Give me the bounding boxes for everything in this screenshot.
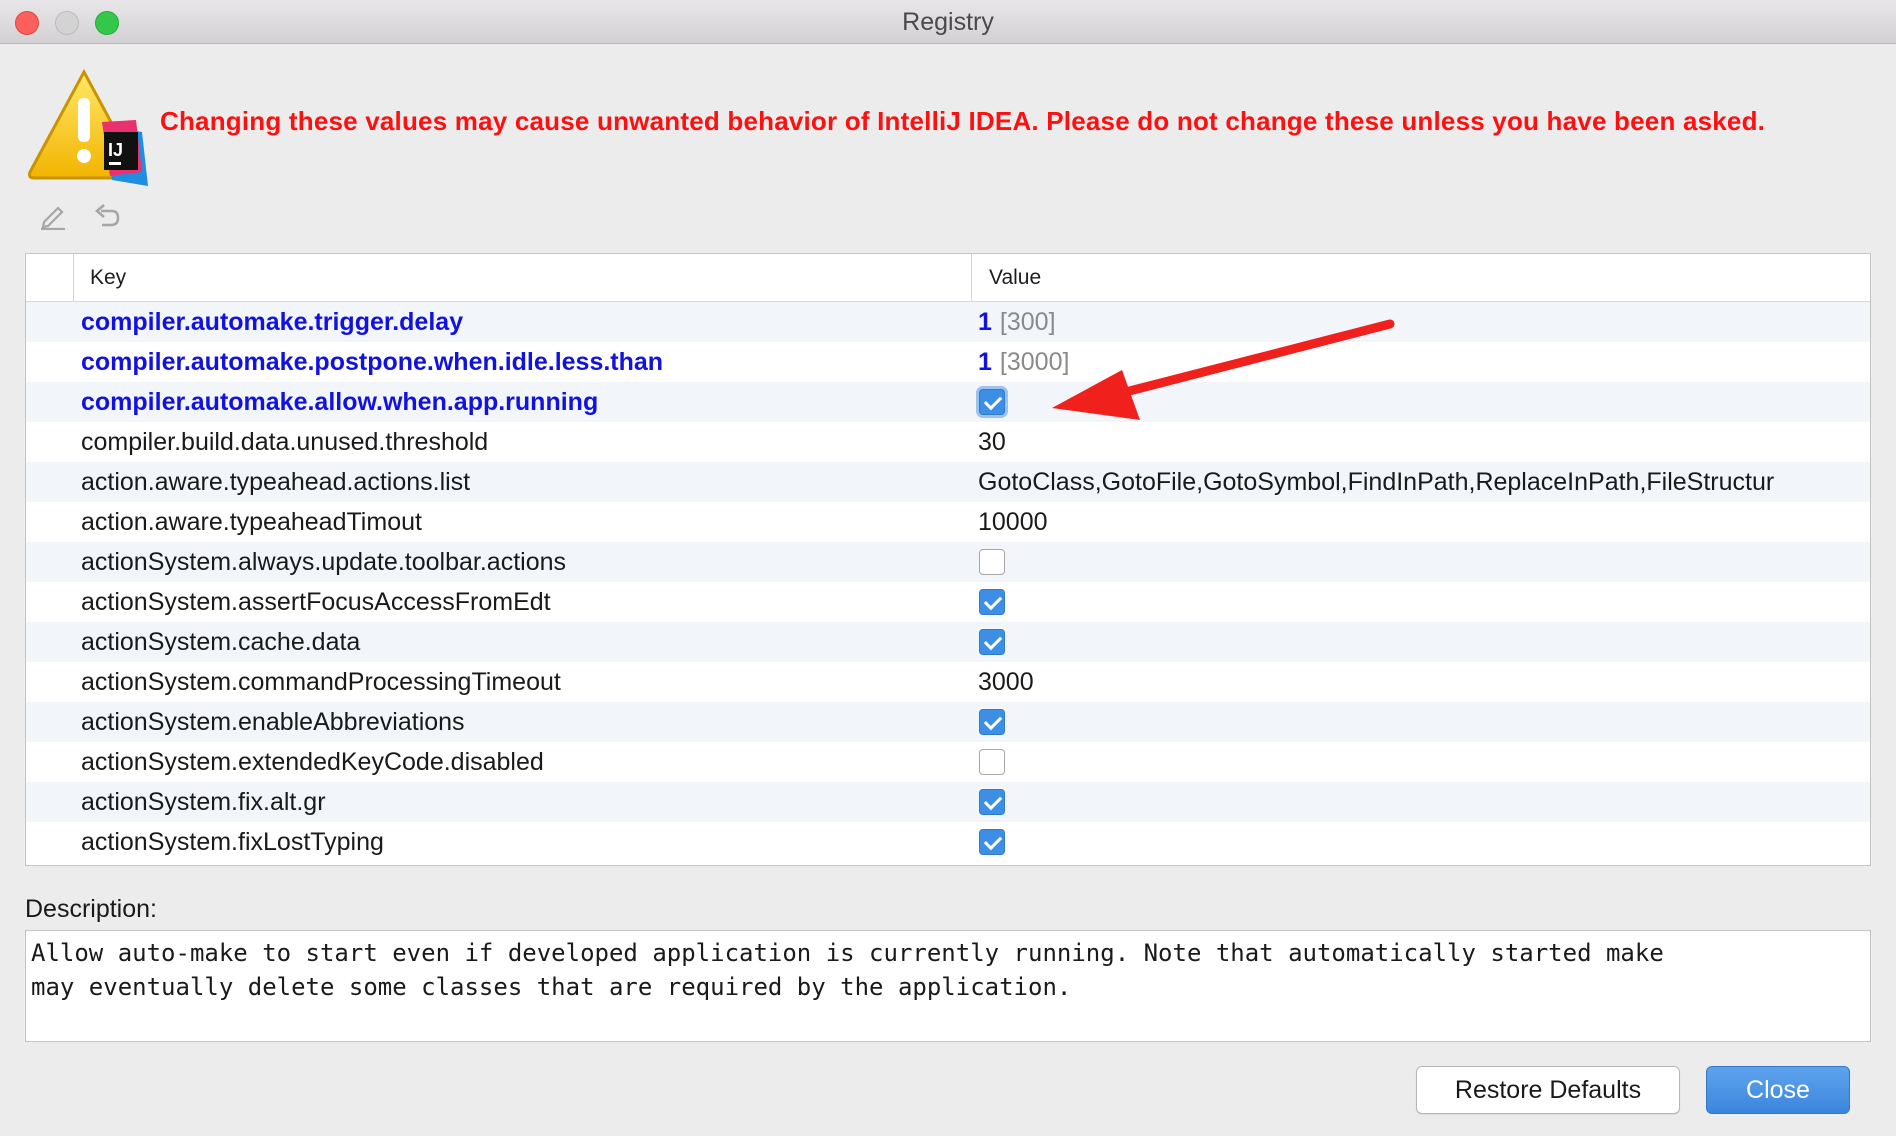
column-separator [971, 254, 972, 302]
value-text: 30 [978, 428, 1006, 456]
registry-value[interactable]: 30 [978, 422, 1006, 462]
value-checkbox[interactable] [979, 789, 1005, 815]
title-bar: Registry [0, 0, 1896, 44]
registry-key: action.aware.typeahead.actions.list [81, 468, 471, 496]
table-row[interactable]: actionSystem.cache.data [26, 622, 1870, 662]
description-text[interactable]: Allow auto-make to start even if develop… [25, 930, 1871, 1042]
table-row[interactable]: action.aware.typeaheadTimout 10000 [26, 502, 1870, 542]
registry-key: action.aware.typeaheadTimout [81, 508, 422, 536]
table-row[interactable]: compiler.build.data.unused.threshold 30 [26, 422, 1870, 462]
table-row[interactable]: actionSystem.commandProcessingTimeout 300… [26, 662, 1870, 702]
value-checkbox[interactable] [979, 629, 1005, 655]
close-button[interactable]: Close [1706, 1066, 1850, 1114]
table-row[interactable]: actionSystem.assertFocusAccessFromEdt [26, 582, 1870, 622]
registry-key: actionSystem.always.update.toolbar.actio… [81, 548, 566, 576]
value-checkbox[interactable] [979, 749, 1005, 775]
registry-value[interactable]: 10000 [978, 502, 1048, 542]
table-header: Key Value [26, 254, 1870, 302]
registry-value[interactable]: GotoClass,GotoFile,GotoSymbol,FindInPath… [978, 462, 1774, 502]
table-row[interactable]: compiler.automake.postpone.when.idle.les… [26, 342, 1870, 382]
edit-pencil-icon[interactable] [38, 200, 68, 230]
table-row[interactable]: actionSystem.extendedKeyCode.disabled [26, 742, 1870, 782]
svg-text:IJ: IJ [108, 140, 123, 160]
registry-key: compiler.build.data.unused.threshold [81, 428, 489, 456]
warning-message: Changing these values may cause unwanted… [160, 106, 1766, 136]
registry-table: Key Value compiler.automake.trigger.dela… [25, 253, 1871, 866]
table-row[interactable]: compiler.automake.trigger.delay 1 [300] [26, 302, 1870, 342]
value-text: GotoClass,GotoFile,GotoSymbol,FindInPath… [978, 468, 1775, 496]
table-row[interactable]: actionSystem.fixLostTyping [26, 822, 1870, 862]
registry-key: actionSystem.fix.alt.gr [81, 788, 326, 816]
registry-value[interactable]: 3000 [978, 662, 1034, 702]
value-checkbox[interactable] [979, 389, 1005, 415]
registry-key: compiler.automake.trigger.delay [81, 308, 464, 336]
undo-arrow-icon[interactable] [92, 200, 122, 230]
column-header-key[interactable]: Key [90, 254, 126, 302]
registry-key: actionSystem.commandProcessingTimeout [81, 668, 561, 696]
registry-key: actionSystem.cache.data [81, 628, 361, 656]
warning-icon: IJ [28, 68, 148, 186]
registry-key: actionSystem.fixLostTyping [81, 828, 384, 856]
table-body: compiler.automake.trigger.delay 1 [300] com… [26, 302, 1870, 862]
registry-key: actionSystem.assertFocusAccessFromEdt [81, 588, 551, 616]
registry-key: actionSystem.enableAbbreviations [81, 708, 465, 736]
column-separator [73, 254, 74, 302]
table-row[interactable]: actionSystem.always.update.toolbar.actio… [26, 542, 1870, 582]
restore-defaults-button[interactable]: Restore Defaults [1416, 1066, 1680, 1114]
table-row[interactable]: action.aware.typeahead.actions.list GotoC… [26, 462, 1870, 502]
table-row[interactable]: compiler.automake.allow.when.app.running [26, 382, 1870, 422]
value-text: 1 [978, 348, 992, 376]
value-text: 1 [978, 308, 992, 336]
value-text: 3000 [978, 668, 1034, 696]
column-header-value[interactable]: Value [989, 254, 1041, 302]
table-row[interactable]: actionSystem.enableAbbreviations [26, 702, 1870, 742]
table-row[interactable]: actionSystem.fix.alt.gr [26, 782, 1870, 822]
value-checkbox[interactable] [979, 709, 1005, 735]
annotation-arrow [1052, 319, 1395, 420]
registry-key: actionSystem.extendedKeyCode.disabled [81, 748, 544, 776]
registry-key: compiler.automake.postpone.when.idle.les… [81, 348, 664, 376]
registry-key: compiler.automake.allow.when.app.running [81, 388, 599, 416]
value-text: 10000 [978, 508, 1048, 536]
value-checkbox[interactable] [979, 549, 1005, 575]
value-checkbox[interactable] [979, 589, 1005, 615]
description-label: Description: [25, 895, 157, 923]
value-checkbox[interactable] [979, 829, 1005, 855]
window-title: Registry [902, 8, 994, 36]
